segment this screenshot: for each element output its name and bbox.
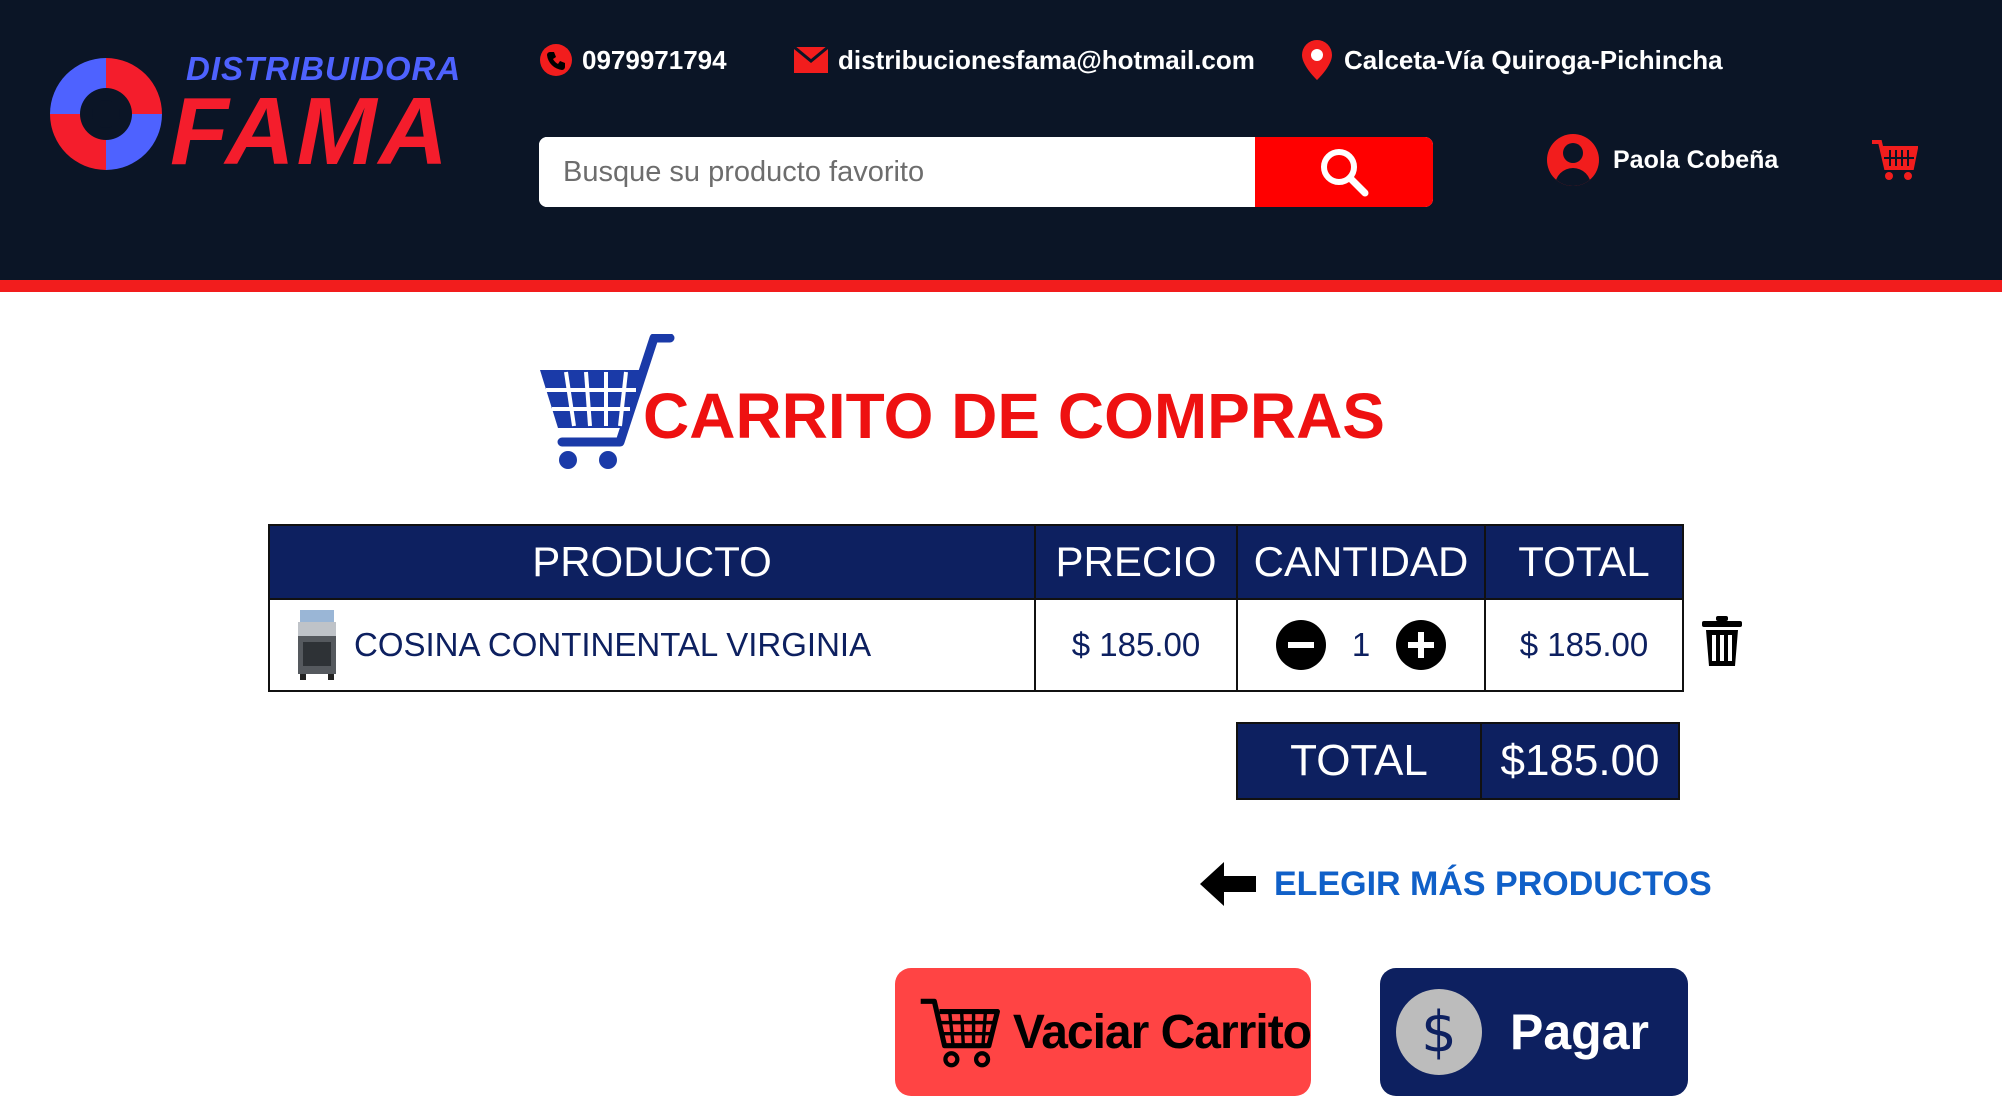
pay-label: Pagar [1510, 1004, 1649, 1060]
header-price: PRECIO [1034, 524, 1238, 600]
email-contact[interactable]: distribucionesfama@hotmail.com [794, 40, 1255, 80]
search-icon [1321, 149, 1369, 197]
search-button[interactable] [1255, 137, 1433, 207]
total-label: TOTAL [1236, 722, 1482, 800]
address-text: Calceta-Vía Quiroga-Pichincha [1344, 44, 1723, 75]
quantity-cell: 1 [1236, 598, 1486, 692]
user-name: Paola Cobeña [1613, 145, 1779, 174]
header-quantity: CANTIDAD [1236, 524, 1486, 600]
logo-swirl-icon [50, 58, 162, 170]
search-bar [539, 137, 1433, 207]
choose-more-products-link[interactable]: ELEGIR MÁS PRODUCTOS [1200, 862, 1712, 906]
site-logo[interactable]: DISTRIBUIDORA FAMA [46, 44, 460, 184]
total-value: $185.00 [1480, 722, 1680, 800]
quantity-stepper: 1 [1238, 620, 1484, 670]
header-total: TOTAL [1484, 524, 1684, 600]
table-header-row: PRODUCTO PRECIO CANTIDAD TOTAL [268, 524, 1684, 600]
phone-contact[interactable]: 0979971794 [540, 40, 727, 80]
header-cart-button[interactable] [1870, 138, 1919, 187]
row-total-cell: $ 185.00 [1484, 598, 1684, 692]
page-title: CARRITO DE COMPRAS [643, 380, 1385, 452]
dollar-coin-icon: $ [1396, 989, 1482, 1075]
user-icon [1547, 134, 1599, 186]
mail-icon [794, 47, 828, 73]
site-header: DISTRIBUIDORA FAMA 0979971794 distribuci… [0, 0, 2002, 292]
arrow-left-icon [1200, 862, 1256, 906]
user-account[interactable]: Paola Cobeña [1547, 134, 1778, 186]
product-thumbnail [298, 610, 336, 680]
logo-main-text: FAMA [170, 78, 450, 185]
table-row: COSINA CONTINENTAL VIRGINIA $ 185.00 1 $… [268, 598, 1684, 692]
cart-total-summary: TOTAL $185.00 [1236, 722, 1680, 800]
pay-button[interactable]: $ Pagar [1380, 968, 1688, 1096]
quantity-value: 1 [1351, 626, 1371, 663]
empty-cart-label: Vaciar Carrito [1012, 1005, 1312, 1059]
phone-number: 0979971794 [582, 44, 727, 75]
cart-table: PRODUCTO PRECIO CANTIDAD TOTAL COSINA CO… [268, 524, 1684, 692]
decrease-quantity-button[interactable] [1275, 620, 1326, 670]
remove-item-button[interactable] [1702, 616, 1742, 673]
product-name[interactable]: COSINA CONTINENTAL VIRGINIA [354, 626, 871, 664]
price-cell: $ 185.00 [1034, 598, 1238, 692]
address-contact[interactable]: Calceta-Vía Quiroga-Pichincha [1300, 40, 1723, 80]
trash-icon [1702, 616, 1742, 666]
choose-more-products-label: ELEGIR MÁS PRODUCTOS [1274, 864, 1712, 903]
increase-quantity-button[interactable] [1396, 620, 1447, 670]
phone-icon [540, 44, 572, 76]
product-cell: COSINA CONTINENTAL VIRGINIA [268, 598, 1036, 692]
email-address: distribucionesfama@hotmail.com [838, 44, 1255, 75]
search-input[interactable] [539, 137, 1255, 207]
cart-icon [1872, 140, 1919, 180]
cart-icon [920, 998, 1000, 1068]
location-pin-icon [1300, 40, 1334, 80]
empty-cart-button[interactable]: Vaciar Carrito [895, 968, 1312, 1096]
header-product: PRODUCTO [268, 524, 1036, 600]
